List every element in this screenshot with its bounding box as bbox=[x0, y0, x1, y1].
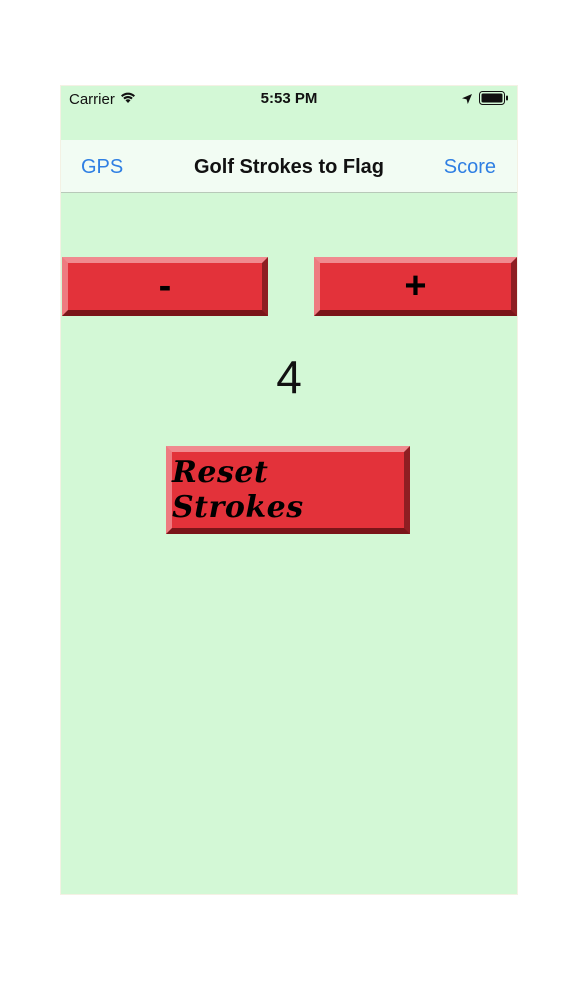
location-arrow-icon bbox=[461, 92, 473, 109]
status-right-group bbox=[461, 91, 509, 109]
increment-strokes-button[interactable]: + bbox=[314, 257, 517, 316]
navigation-bar: GPS Golf Strokes to Flag Score bbox=[61, 140, 517, 193]
status-time: 5:53 PM bbox=[260, 90, 318, 107]
score-nav-button[interactable]: Score bbox=[444, 156, 496, 179]
status-bar: Carrier 5:53 PM bbox=[61, 86, 517, 126]
app-screen: Carrier 5:53 PM GPS Golf Strokes to Flag… bbox=[61, 86, 517, 894]
decrement-strokes-button[interactable]: - bbox=[62, 257, 268, 316]
stroke-count: 4 bbox=[276, 351, 302, 403]
reset-strokes-button[interactable]: Reset Strokes bbox=[166, 446, 410, 534]
battery-icon bbox=[479, 91, 509, 109]
